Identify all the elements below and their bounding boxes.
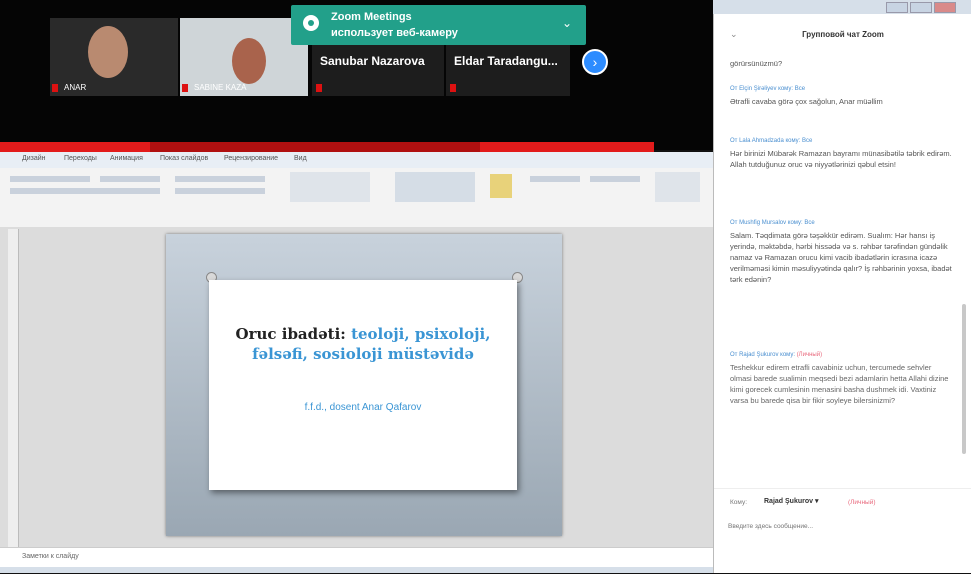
ribbon-tabs: Дизайн Переходы Анимация Показ слайдов Р… bbox=[0, 152, 713, 168]
window-controls bbox=[872, 0, 971, 14]
tab-animation[interactable]: Анимация bbox=[110, 155, 143, 162]
slide-title-dark: Oruc ibadəti: bbox=[235, 325, 352, 343]
notification-subtitle: использует веб-камеру bbox=[331, 27, 458, 39]
participant-name: ANAR bbox=[64, 83, 87, 92]
message-text: Hər birinizi Mübarək Ramazan bayramı mün… bbox=[730, 149, 952, 169]
tab-transitions[interactable]: Переходы bbox=[64, 155, 97, 162]
message-text: Teshekkur edirem etrafli cavabiniz uchun… bbox=[730, 363, 949, 405]
webcam-icon bbox=[303, 15, 319, 31]
chevron-down-icon[interactable]: ⌄ bbox=[562, 16, 572, 30]
slide-title-card: Oruc ibadəti: teoloji, psixoloji, fəlsəf… bbox=[209, 280, 517, 490]
participant-tile-4[interactable]: Eldar Taradangu... bbox=[446, 40, 570, 96]
message-sender: От Mushfig Mursalov кому: Все bbox=[730, 220, 815, 226]
chat-title: Групповой чат Zoom bbox=[802, 30, 884, 39]
to-label: Кому: bbox=[730, 499, 747, 506]
participant-name: Sanubar Nazarova bbox=[320, 54, 425, 68]
tab-design[interactable]: Дизайн bbox=[22, 155, 46, 162]
close-button[interactable] bbox=[934, 2, 956, 13]
participant-name: Eldar Taradangu... bbox=[454, 54, 558, 68]
mic-muted-icon bbox=[450, 84, 456, 92]
minimize-button[interactable] bbox=[886, 2, 908, 13]
participant-video-1[interactable]: ANAR bbox=[50, 18, 178, 96]
chat-message: От Lala Ahmadzada кому: Все Hər birinizi… bbox=[730, 136, 952, 170]
notes-placeholder: Заметки к слайду bbox=[22, 553, 79, 560]
notification-title: Zoom Meetings bbox=[331, 11, 412, 23]
participant-tile-3[interactable]: Sanubar Nazarova bbox=[312, 40, 444, 96]
private-label: (Личный) bbox=[848, 499, 876, 506]
screen-share-label-bar bbox=[150, 142, 480, 152]
message-sender: От Lala Ahmadzada кому: Все bbox=[730, 138, 813, 144]
participant-video-2[interactable]: SABINE KAZA bbox=[180, 18, 308, 96]
slide-author: f.f.d., dosent Anar Qafarov bbox=[304, 402, 422, 413]
slide-notes-field[interactable]: Заметки к слайду bbox=[0, 547, 713, 568]
mic-muted-icon bbox=[316, 84, 322, 92]
tab-slideshow[interactable]: Показ слайдов bbox=[160, 155, 208, 162]
message-text: Ətrafli cavaba görə çox sağolun, Anar mü… bbox=[730, 97, 883, 106]
tab-review[interactable]: Рецензирование bbox=[224, 155, 278, 162]
chat-panel: ⌄ Групповой чат Zoom görürsünüzmü? От El… bbox=[713, 14, 971, 573]
zoom-notification[interactable]: Zoom Meetings использует веб-камеру ⌄ bbox=[291, 5, 586, 45]
slide-title: Oruc ibadəti: teoloji, psixoloji, fəlsəf… bbox=[223, 324, 503, 364]
chat-scrollbar[interactable] bbox=[962, 304, 966, 454]
maximize-button[interactable] bbox=[910, 2, 932, 13]
chat-message-input[interactable] bbox=[728, 519, 953, 533]
chat-message: От Elçin Şirəliyev кому: Все Ətrafli cav… bbox=[730, 84, 952, 107]
recipient-select[interactable]: Rajad Şukurov ▾ bbox=[764, 497, 818, 505]
chat-footer: Кому: Rajad Şukurov ▾ (Личный) bbox=[714, 488, 971, 574]
chat-message: görürsünüzmü? bbox=[730, 58, 952, 69]
chat-message: От Rajad Şukurov кому: (Личный) Teshekku… bbox=[730, 350, 952, 406]
next-page-arrow-icon[interactable]: › bbox=[582, 49, 608, 75]
message-sender: От Rajad Şukurov кому: (Личный) bbox=[730, 352, 823, 358]
participant-name: SABINE KAZA bbox=[194, 83, 247, 92]
chat-message: От Mushfig Mursalov кому: Все Salam. Təq… bbox=[730, 218, 952, 285]
status-bar bbox=[0, 567, 713, 573]
slide-thumbnail-panel[interactable] bbox=[8, 229, 19, 549]
mic-muted-icon bbox=[52, 84, 58, 92]
message-sender: От Elçin Şirəliyev кому: Все bbox=[730, 86, 806, 92]
tab-view[interactable]: Вид bbox=[294, 155, 307, 162]
mic-muted-icon bbox=[182, 84, 188, 92]
message-text: Salam. Təqdimata görə təşəkkür edirəm. S… bbox=[730, 231, 952, 284]
message-text: görürsünüzmü? bbox=[730, 59, 783, 68]
